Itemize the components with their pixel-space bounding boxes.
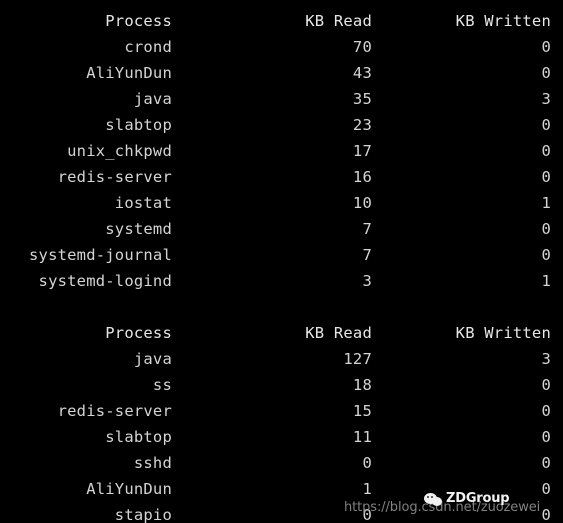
- table-row: unix_chkpwd 17 0: [0, 138, 563, 164]
- table-separator-blank-line: [0, 294, 563, 320]
- cell-process: java: [133, 90, 172, 108]
- table-row: ss 18 0: [0, 372, 563, 398]
- table-row: redis-server 16 0: [0, 164, 563, 190]
- cell-kb-written: 0: [541, 38, 551, 56]
- terminal-output: Process KB Read KB Written crond 70 0 Al…: [0, 0, 563, 523]
- table-row: stapio 0 0: [0, 502, 563, 523]
- table-1-header-row: Process KB Read KB Written: [0, 8, 563, 34]
- io-table-1: Process KB Read KB Written crond 70 0 Al…: [0, 8, 563, 294]
- cell-kb-read: 70: [352, 38, 372, 56]
- table-row: sshd 0 0: [0, 450, 563, 476]
- column-header-kb-written: KB Written: [455, 12, 551, 30]
- cell-kb-written: 0: [541, 142, 551, 160]
- cell-kb-written: 0: [541, 480, 551, 498]
- table-row: redis-server 15 0: [0, 398, 563, 424]
- cell-process: ss: [152, 376, 172, 394]
- cell-kb-written: 0: [541, 220, 551, 238]
- cell-process: java: [133, 350, 172, 368]
- cell-kb-written: 0: [541, 116, 551, 134]
- cell-kb-written: 0: [541, 506, 551, 523]
- cell-kb-read: 7: [362, 220, 372, 238]
- table-row: AliYunDun 43 0: [0, 60, 563, 86]
- cell-process: slabtop: [105, 428, 172, 446]
- cell-process: crond: [124, 38, 172, 56]
- cell-kb-written: 0: [541, 428, 551, 446]
- terminal-screen: Process KB Read KB Written crond 70 0 Al…: [0, 0, 563, 523]
- table-row: slabtop 11 0: [0, 424, 563, 450]
- column-header-kb-written: KB Written: [455, 324, 551, 342]
- cell-process: sshd: [133, 454, 172, 472]
- cell-kb-read: 35: [352, 90, 372, 108]
- column-header-kb-read: KB Read: [305, 12, 372, 30]
- cell-kb-written: 1: [541, 194, 551, 212]
- clipped-top-row: [0, 0, 563, 8]
- cell-kb-read: 23: [352, 116, 372, 134]
- table-row: java 127 3: [0, 346, 563, 372]
- cell-process: systemd: [105, 220, 172, 238]
- column-header-kb-read: KB Read: [305, 324, 372, 342]
- cell-kb-read: 1: [362, 480, 372, 498]
- cell-kb-read: 16: [352, 168, 372, 186]
- cell-kb-read: 3: [362, 272, 372, 290]
- cell-process: redis-server: [57, 168, 172, 186]
- table-row: AliYunDun 1 0: [0, 476, 563, 502]
- cell-kb-written: 0: [541, 454, 551, 472]
- table-row: systemd 7 0: [0, 216, 563, 242]
- cell-kb-written: 0: [541, 402, 551, 420]
- cell-kb-read: 43: [352, 64, 372, 82]
- cell-process: AliYunDun: [86, 480, 172, 498]
- cell-kb-read: 18: [352, 376, 372, 394]
- cell-kb-written: 1: [541, 272, 551, 290]
- cell-kb-read: 15: [352, 402, 372, 420]
- table-2-header-row: Process KB Read KB Written: [0, 320, 563, 346]
- cell-kb-written: 3: [541, 90, 551, 108]
- cell-kb-read: 11: [352, 428, 372, 446]
- cell-kb-read: 0: [362, 454, 372, 472]
- cell-kb-read: 127: [343, 350, 372, 368]
- cell-process: iostat: [114, 194, 172, 212]
- cell-kb-written: 3: [541, 350, 551, 368]
- cell-kb-read: 10: [352, 194, 372, 212]
- cell-kb-written: 0: [541, 64, 551, 82]
- cell-process: unix_chkpwd: [67, 142, 172, 160]
- cell-process: stapio: [114, 506, 172, 523]
- cell-kb-read: 17: [352, 142, 372, 160]
- table-row: iostat 10 1: [0, 190, 563, 216]
- cell-kb-written: 0: [541, 376, 551, 394]
- cell-kb-written: 0: [541, 168, 551, 186]
- table-row: systemd-logind 3 1: [0, 268, 563, 294]
- column-header-process: Process: [105, 324, 172, 342]
- cell-process: systemd-logind: [38, 272, 172, 290]
- cell-kb-read: 7: [362, 246, 372, 264]
- cell-process: slabtop: [105, 116, 172, 134]
- cell-kb-written: 0: [541, 246, 551, 264]
- io-table-2: Process KB Read KB Written java 127 3 ss…: [0, 320, 563, 523]
- table-row: systemd-journal 7 0: [0, 242, 563, 268]
- column-header-process: Process: [105, 12, 172, 30]
- table-row: slabtop 23 0: [0, 112, 563, 138]
- cell-process: AliYunDun: [86, 64, 172, 82]
- cell-kb-read: 0: [362, 506, 372, 523]
- cell-process: redis-server: [57, 402, 172, 420]
- table-row: crond 70 0: [0, 34, 563, 60]
- cell-process: systemd-journal: [29, 246, 172, 264]
- table-row: java 35 3: [0, 86, 563, 112]
